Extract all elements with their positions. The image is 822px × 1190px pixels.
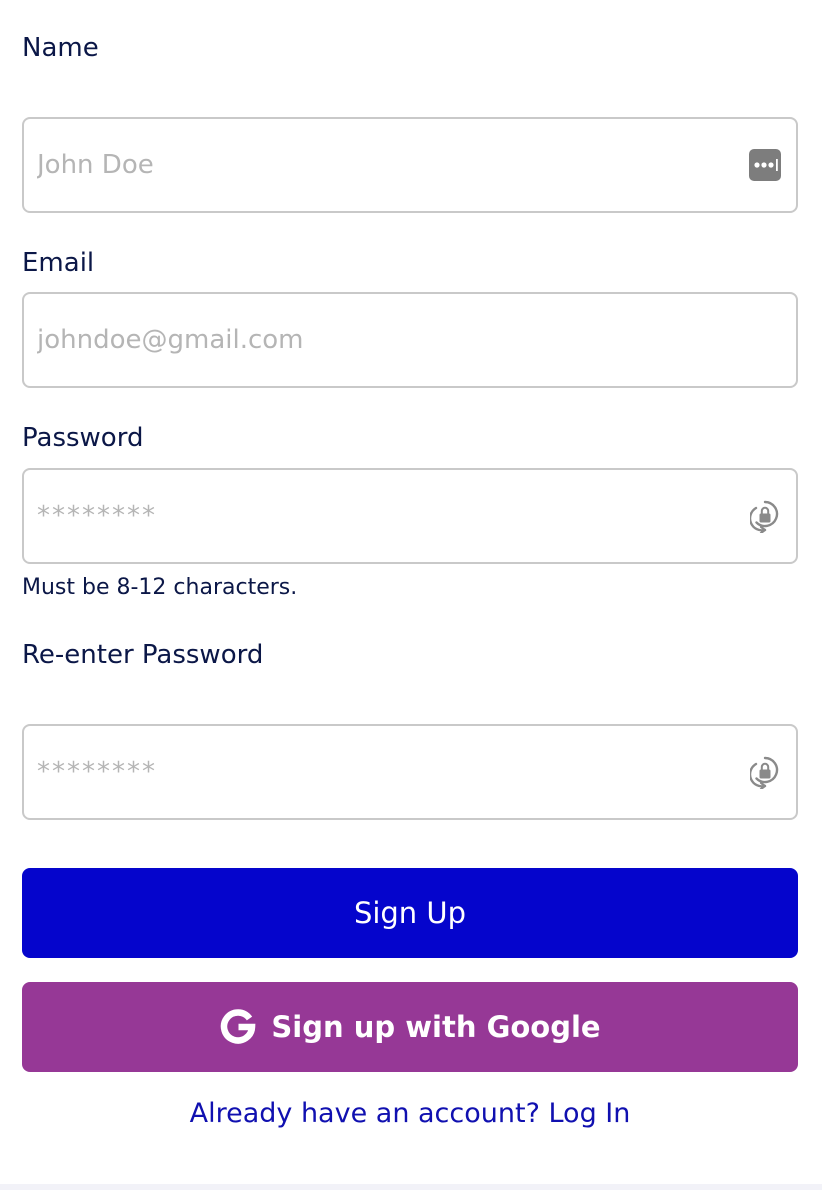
confirm-password-field[interactable] bbox=[22, 724, 798, 820]
sign-up-button[interactable]: Sign Up bbox=[22, 868, 798, 958]
email-field[interactable] bbox=[22, 292, 798, 388]
name-field[interactable] bbox=[22, 117, 798, 213]
email-input[interactable] bbox=[24, 294, 796, 386]
login-link[interactable]: Already have an account? Log In bbox=[22, 1098, 798, 1129]
autofill-dots-icon[interactable] bbox=[748, 148, 782, 182]
bottom-divider bbox=[0, 1184, 822, 1190]
email-label: Email bbox=[22, 248, 95, 278]
google-sign-up-button[interactable]: Sign up with Google bbox=[22, 982, 798, 1072]
password-manager-lock-icon[interactable] bbox=[748, 755, 782, 789]
name-input[interactable] bbox=[24, 119, 796, 211]
password-input[interactable] bbox=[24, 470, 796, 562]
password-field[interactable] bbox=[22, 468, 798, 564]
google-g-icon bbox=[219, 1008, 257, 1046]
password-label: Password bbox=[22, 423, 144, 453]
confirm-password-label: Re-enter Password bbox=[22, 640, 264, 670]
password-hint: Must be 8-12 characters. bbox=[22, 575, 298, 600]
name-label: Name bbox=[22, 33, 99, 63]
password-manager-lock-icon[interactable] bbox=[748, 499, 782, 533]
google-sign-up-label: Sign up with Google bbox=[271, 1010, 601, 1044]
confirm-password-input[interactable] bbox=[24, 726, 796, 818]
sign-up-button-label: Sign Up bbox=[353, 896, 467, 930]
